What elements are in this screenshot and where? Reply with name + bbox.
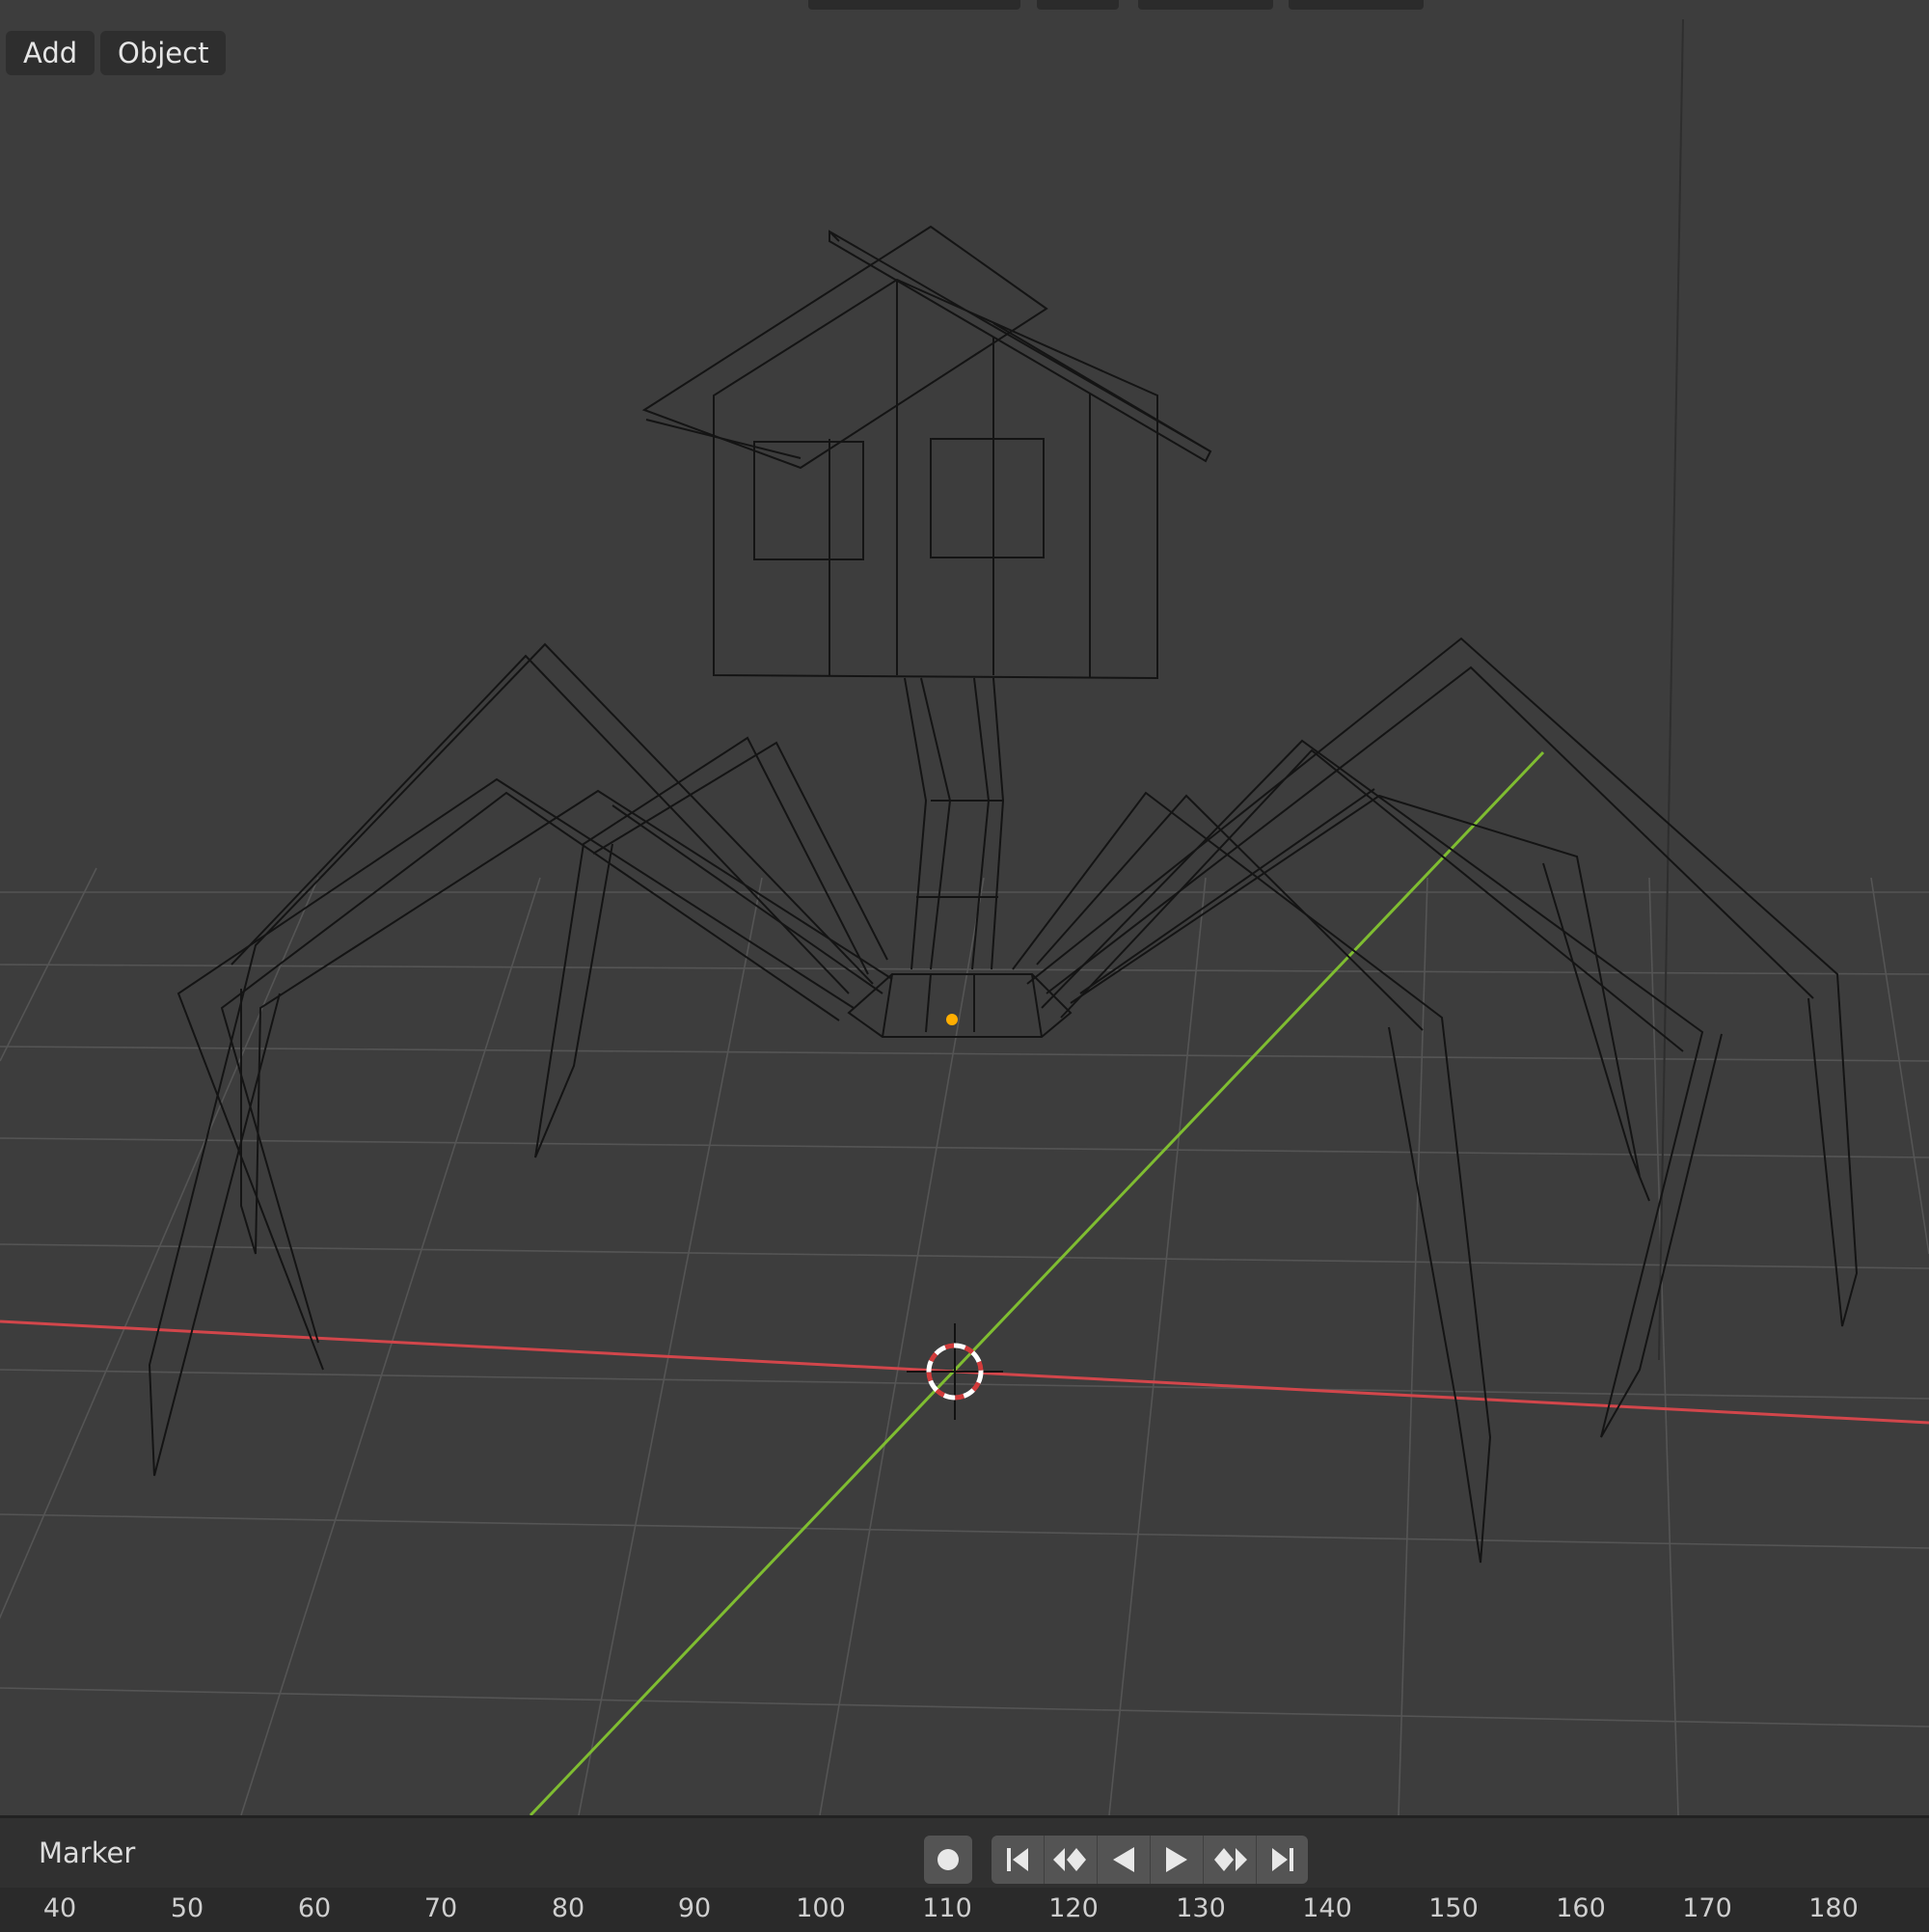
jump-to-end-button[interactable] bbox=[1257, 1836, 1309, 1884]
timeline-header: Marker bbox=[0, 1818, 1929, 1888]
viewport-scene[interactable] bbox=[0, 0, 1929, 1815]
frame-tick: 40 bbox=[42, 1893, 77, 1923]
play-icon bbox=[1166, 1847, 1187, 1872]
frame-tick: 60 bbox=[297, 1893, 332, 1923]
frame-tick: 150 bbox=[1428, 1893, 1479, 1923]
jump-to-start-button[interactable] bbox=[992, 1836, 1044, 1884]
frame-tick: 130 bbox=[1176, 1893, 1226, 1923]
record-icon bbox=[937, 1849, 959, 1870]
frame-tick: 80 bbox=[551, 1893, 585, 1923]
frame-tick: 120 bbox=[1048, 1893, 1099, 1923]
frame-tick: 50 bbox=[170, 1893, 204, 1923]
frame-tick: 180 bbox=[1808, 1893, 1859, 1923]
frame-ruler[interactable]: 40 50 60 70 80 90 100 110 120 130 140 15… bbox=[0, 1888, 1929, 1932]
play-reverse-icon bbox=[1113, 1847, 1134, 1872]
frame-tick: 110 bbox=[922, 1893, 972, 1923]
frame-tick: 170 bbox=[1682, 1893, 1732, 1923]
object-menu-button[interactable]: Object bbox=[100, 31, 227, 75]
next-keyframe-button[interactable] bbox=[1204, 1836, 1256, 1884]
marker-menu[interactable]: Marker bbox=[39, 1834, 135, 1872]
frame-tick: 70 bbox=[423, 1893, 458, 1923]
jump-to-end-icon bbox=[1272, 1848, 1293, 1871]
3d-viewport[interactable]: Add Object bbox=[0, 0, 1929, 1815]
prev-keyframe-button[interactable] bbox=[1045, 1836, 1097, 1884]
house-wireframe bbox=[641, 225, 1212, 680]
floor-grid bbox=[0, 867, 1929, 1815]
next-keyframe-icon bbox=[1214, 1848, 1247, 1871]
prev-keyframe-icon bbox=[1053, 1848, 1086, 1871]
record-button[interactable] bbox=[924, 1836, 972, 1884]
stem-wireframe bbox=[904, 677, 1005, 970]
frame-tick: 160 bbox=[1556, 1893, 1606, 1923]
frame-tick: 100 bbox=[796, 1893, 846, 1923]
left-legs-wireframe bbox=[148, 642, 893, 1477]
body-wireframe bbox=[847, 973, 1073, 1038]
frame-tick: 140 bbox=[1302, 1893, 1352, 1923]
add-menu-button[interactable]: Add bbox=[6, 31, 95, 75]
frame-tick: 90 bbox=[677, 1893, 712, 1923]
play-button[interactable] bbox=[1151, 1836, 1203, 1884]
timeline-editor: Marker 40 50 60 70 80 90 100 110 120 130… bbox=[0, 1815, 1929, 1932]
play-reverse-button[interactable] bbox=[1098, 1836, 1150, 1884]
object-origin-dot bbox=[946, 1014, 958, 1025]
right-legs-wireframe bbox=[1012, 637, 1859, 1564]
jump-to-start-icon bbox=[1007, 1848, 1028, 1871]
playback-controls bbox=[992, 1836, 1308, 1884]
